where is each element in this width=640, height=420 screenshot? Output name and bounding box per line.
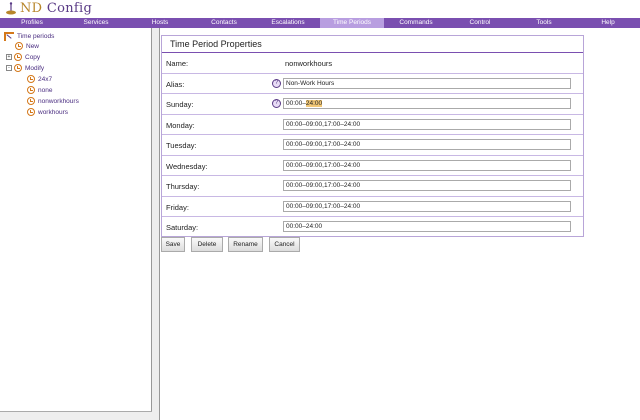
sunday-field[interactable]: 00:00–24:00 (283, 98, 571, 109)
tuesday-label: Tuesday: (166, 141, 197, 150)
nav-profiles[interactable]: Profiles (0, 18, 64, 28)
nav-control[interactable]: Control (448, 18, 512, 28)
saturday-field[interactable]: 00:00–24:00 (283, 221, 571, 232)
expand-icon[interactable]: + (6, 54, 12, 60)
tree-item-label: Copy (25, 53, 41, 61)
saturday-label: Saturday: (166, 223, 199, 232)
clock-icon (15, 42, 23, 50)
clock-icon (27, 108, 35, 116)
tree-item-copy[interactable]: + Copy (6, 52, 40, 62)
rename-button[interactable]: Rename (228, 237, 263, 252)
folder-icon (4, 32, 14, 41)
tree-item-nonworkhours[interactable]: nonworkhours (27, 96, 79, 106)
nav-services[interactable]: Services (64, 18, 128, 28)
wednesday-label: Wednesday: (166, 161, 208, 171)
clock-icon (14, 53, 22, 61)
monday-field[interactable]: 00:00–09:00,17:00–24:00 (283, 118, 571, 130)
tree-item-workhours[interactable]: workhours (27, 107, 68, 117)
friday-label: Friday: (166, 202, 189, 212)
clock-icon (27, 75, 35, 83)
app-title: ND Config (20, 1, 93, 16)
monday-label: Monday: (166, 120, 195, 130)
sunday-label: Sunday: (166, 100, 194, 109)
name-label: Name: (166, 59, 189, 68)
clock-icon (27, 97, 35, 105)
name-row: Name: nonworkhours (162, 53, 583, 74)
sunday-field-text: 00:00– (286, 100, 306, 107)
thursday-label: Thursday: (166, 182, 200, 191)
thursday-row: Thursday: 00:00–09:00,17:00–24:00 (162, 176, 583, 197)
friday-row: Friday: 00:00–09:00,17:00–24:00 (162, 197, 583, 217)
save-button[interactable]: Save (161, 237, 185, 252)
tree-item-label: New (26, 42, 40, 50)
tree-item-24x7[interactable]: 24x7 (27, 74, 52, 84)
help-icon[interactable]: ? (272, 99, 281, 108)
sunday-row: Sunday: ? 00:00–24:00 (162, 94, 583, 115)
alias-row: Alias: ? Non-Work Hours (162, 74, 583, 94)
tree-item-label: none (38, 86, 53, 94)
time-period-properties-panel: Time Period Properties Name: nonworkhour… (161, 35, 584, 237)
main-nav: Profiles Services Hosts Contacts Escalations… (0, 18, 640, 28)
sidebar-scrollbar[interactable] (0, 411, 152, 420)
name-value: nonworkhours (285, 59, 333, 68)
sidebar-tree: Time periods New + Copy - Modify 24x7 no… (0, 28, 152, 411)
text-selection: 24:00 (305, 100, 323, 107)
help-icon[interactable]: ? (272, 78, 281, 88)
wednesday-field[interactable]: 00:00–09:00,17:00–24:00 (283, 159, 571, 171)
wednesday-row: Wednesday: 00:00–09:00,17:00–24:00 (162, 156, 583, 176)
alias-label: Alias: (166, 79, 185, 89)
saturday-row: Saturday: 00:00–24:00 (162, 217, 583, 238)
thursday-field[interactable]: 00:00–09:00,17:00–24:00 (283, 180, 571, 191)
tree-item-modify[interactable]: - Modify (6, 63, 44, 73)
tree-item-label: 24x7 (38, 75, 53, 83)
cancel-button[interactable]: Cancel (269, 237, 300, 252)
tree-item-new[interactable]: New (15, 41, 39, 51)
tree-root-time-periods[interactable]: Time periods (4, 31, 54, 41)
nav-escalations[interactable]: Escalations (256, 18, 320, 28)
monday-row: Monday: 00:00–09:00,17:00–24:00 (162, 115, 583, 135)
nav-contacts[interactable]: Contacts (192, 18, 256, 28)
clock-icon (27, 86, 35, 94)
friday-field[interactable]: 00:00–09:00,17:00–24:00 (283, 200, 571, 212)
collapse-icon[interactable]: - (6, 65, 12, 71)
delete-button[interactable]: Delete (191, 237, 223, 252)
tuesday-row: Tuesday: 00:00–09:00,17:00–24:00 (162, 135, 583, 156)
tree-item-label: workhours (38, 108, 68, 116)
tree-item-label: Modify (25, 64, 45, 72)
nav-time-periods[interactable]: Time Periods (320, 18, 384, 28)
nav-commands[interactable]: Commands (384, 18, 448, 28)
splitter[interactable] (152, 28, 160, 420)
nav-hosts[interactable]: Hosts (128, 18, 192, 28)
tree-item-label: nonworkhours (38, 97, 79, 105)
clock-icon (14, 64, 22, 72)
tree-item-none[interactable]: none (27, 85, 52, 95)
app-header: ND Config (0, 0, 640, 18)
tree-item-label: Time periods (17, 32, 55, 40)
panel-title: Time Period Properties (162, 36, 583, 53)
nav-tools[interactable]: Tools (512, 18, 576, 28)
nav-help[interactable]: Help (576, 18, 640, 28)
lamp-icon (6, 2, 16, 15)
alias-field[interactable]: Non-Work Hours (283, 77, 571, 89)
tuesday-field[interactable]: 00:00–09:00,17:00–24:00 (283, 139, 571, 150)
